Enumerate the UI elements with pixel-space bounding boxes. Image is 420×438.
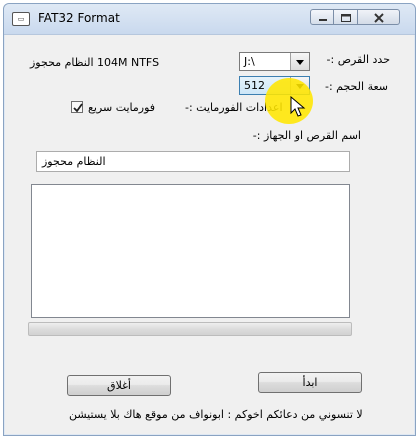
app-drive-icon: ▭ <box>12 12 30 26</box>
format-progress-bar <box>28 322 352 336</box>
main-panel: 104M NTFS النظام محجوز J:\ حدد القرص :- … <box>12 35 409 433</box>
close-button[interactable]: أغلاق <box>67 375 171 396</box>
title-bar[interactable]: ▭ FAT32 Format <box>4 4 415 35</box>
drive-select-value: J:\ <box>244 55 255 68</box>
quick-format-checkbox[interactable] <box>71 101 83 113</box>
window-title: FAT32 Format <box>38 11 120 25</box>
log-listbox[interactable] <box>31 184 350 318</box>
quick-format-label[interactable]: فورمايت سريع <box>88 101 155 114</box>
minimize-icon <box>319 19 327 21</box>
chevron-down-icon[interactable] <box>290 53 309 70</box>
maximize-icon <box>341 14 351 22</box>
minimize-button[interactable] <box>310 9 334 25</box>
close-window-button[interactable] <box>358 9 400 25</box>
mouse-pointer-icon <box>290 96 306 117</box>
drive-info-text: 104M NTFS النظام محجوز <box>30 56 160 69</box>
volume-label-value: النظام محجوز <box>42 155 106 168</box>
volume-label-label: اسم القرص او الجهاز :- <box>252 129 361 142</box>
app-window: ▭ FAT32 Format 104M NTFS النظام محجوز J:… <box>3 3 416 436</box>
cluster-size-label: سعة الحجم :- <box>324 80 388 93</box>
close-icon <box>374 13 384 23</box>
checkmark-icon <box>73 103 83 113</box>
maximize-button[interactable] <box>334 9 358 25</box>
footer-credits: لا تنسوني من دعائكم اخوكم : ابونواف من م… <box>69 408 363 421</box>
drive-select[interactable]: J:\ <box>239 52 310 71</box>
volume-label-input[interactable]: النظام محجوز <box>36 151 350 172</box>
drive-label: حدد القرص :- <box>326 53 390 66</box>
start-button[interactable]: ابدأ <box>258 372 362 393</box>
cluster-size-value: 512 <box>244 79 265 92</box>
